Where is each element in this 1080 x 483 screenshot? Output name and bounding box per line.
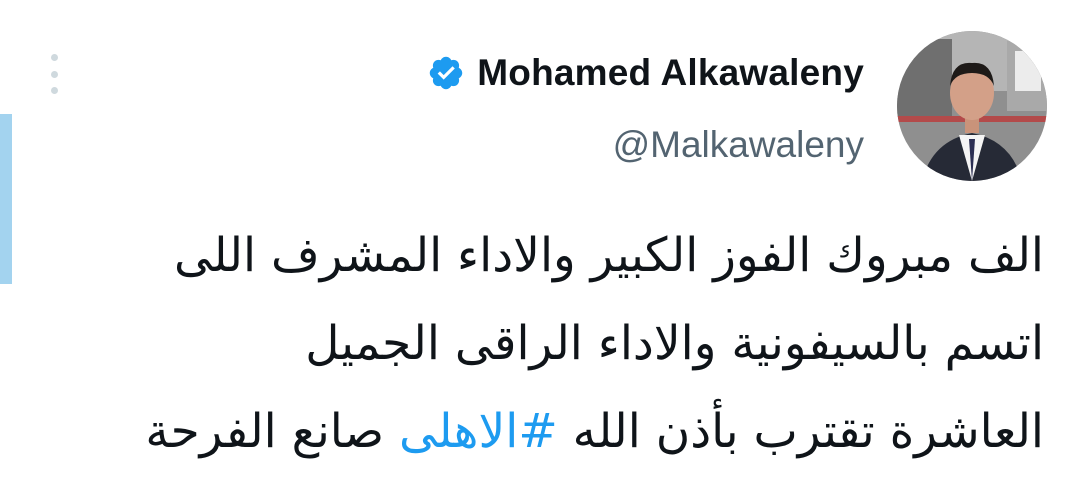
more-dot-icon — [50, 70, 58, 78]
tweet-header: Mohamed Alkawaleny @Malkawaleny — [427, 48, 864, 166]
hashtag-link[interactable]: #الاهلى — [399, 404, 558, 459]
tweet-text-segment: صانع الفرحة — [145, 404, 399, 459]
tweet-text-line: العاشرة تقترب بأذن الله #الاهلى صانع الف… — [44, 388, 1044, 476]
more-options-button[interactable] — [42, 54, 66, 94]
more-dot-icon — [50, 54, 58, 61]
author-display-name[interactable]: Mohamed Alkawaleny — [477, 52, 864, 94]
tweet-text-line: الف مبروك الفوز الكبير والاداء المشرف ال… — [173, 228, 1044, 283]
author-name-row: Mohamed Alkawaleny — [427, 48, 864, 98]
author-handle[interactable]: @Malkawaleny — [427, 124, 864, 166]
verified-badge-icon — [430, 56, 463, 90]
thread-accent-bar — [0, 114, 12, 284]
tweet-text-line: اتسم بالسيفونية والاداء الراقى الجميل — [305, 316, 1044, 371]
avatar-photo-icon — [897, 31, 1047, 181]
more-dot-icon — [50, 87, 58, 94]
author-avatar[interactable] — [897, 31, 1047, 181]
tweet-body: الف مبروك الفوز الكبير والاداء المشرف ال… — [44, 212, 1044, 476]
tweet-text-segment: العاشرة تقترب بأذن الله — [557, 404, 1044, 459]
